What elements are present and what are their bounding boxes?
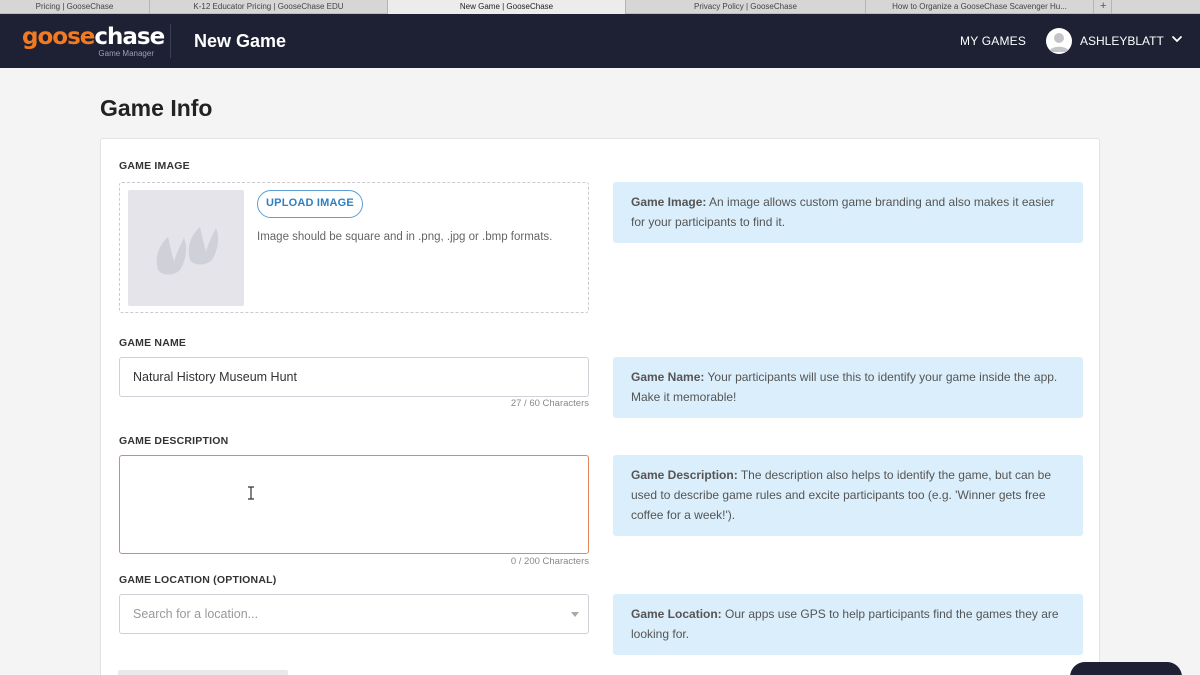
location-placeholder: Search for a location...	[133, 607, 259, 621]
upload-hint-text: Image should be square and in .png, .jpg…	[257, 231, 553, 243]
logo-goose-text: goose	[22, 24, 95, 50]
image-upload-dropzone[interactable]: UPLOAD IMAGE Image should be square and …	[119, 182, 589, 313]
chevron-down-icon[interactable]	[1170, 32, 1184, 46]
browser-tab[interactable]: K-12 Educator Pricing | GooseChase EDU	[150, 0, 388, 14]
browser-tab[interactable]: How to Organize a GooseChase Scavenger H…	[866, 0, 1094, 14]
image-placeholder	[128, 190, 244, 306]
game-name-tip: Game Name: Your participants will use th…	[613, 357, 1083, 418]
browser-tab-strip: Pricing | GooseChase K-12 Educator Pricin…	[0, 0, 1200, 14]
game-name-input[interactable]: Natural History Museum Hunt	[119, 357, 589, 397]
page-title: Game Info	[100, 95, 213, 121]
goosechase-logo[interactable]: goosechase Game Manager	[22, 24, 165, 60]
game-description-tip: Game Description: The description also h…	[613, 455, 1083, 536]
game-description-textarea[interactable]	[119, 455, 589, 554]
game-info-card: GAME IMAGE UPLOAD IMAGE Image should be …	[100, 138, 1100, 675]
logo-chase-text: chase	[94, 24, 165, 50]
game-image-label: GAME IMAGE	[119, 160, 190, 172]
tip-title: Game Description:	[631, 468, 738, 482]
page-heading: New Game	[194, 31, 287, 51]
caret-down-icon	[571, 612, 579, 617]
game-location-label: GAME LOCATION (OPTIONAL)	[119, 574, 277, 586]
upload-image-button[interactable]: UPLOAD IMAGE	[257, 190, 363, 218]
help-chat-button[interactable]	[1070, 662, 1182, 675]
tip-title: Game Image:	[631, 195, 707, 209]
username-label[interactable]: ASHLEYBLATT	[1080, 33, 1164, 49]
my-games-link[interactable]: MY GAMES	[960, 33, 1026, 49]
text-cursor-icon	[248, 486, 254, 500]
game-description-label: GAME DESCRIPTION	[119, 435, 229, 447]
browser-tab[interactable]: Pricing | GooseChase	[0, 0, 150, 14]
header-divider	[170, 24, 171, 58]
app-header: goosechase Game Manager New Game MY GAME…	[0, 14, 1200, 68]
game-name-label: GAME NAME	[119, 337, 187, 349]
game-image-tip: Game Image: An image allows custom game …	[613, 182, 1083, 243]
game-location-tip: Game Location: Our apps use GPS to help …	[613, 594, 1083, 655]
logo-wordmark: goosechase	[22, 24, 165, 50]
game-location-select[interactable]: Search for a location...	[119, 594, 589, 634]
browser-tab[interactable]: Privacy Policy | GooseChase	[626, 0, 866, 14]
tip-title: Game Location:	[631, 607, 722, 621]
game-description-char-count: 0 / 200 Characters	[510, 556, 589, 567]
next-section-label-cut	[118, 670, 288, 675]
user-avatar-icon[interactable]	[1046, 28, 1072, 54]
logo-subtitle: Game Manager	[98, 49, 154, 58]
tip-title: Game Name:	[631, 370, 705, 384]
game-name-char-count: 27 / 60 Characters	[510, 398, 589, 409]
goose-footprint-icon	[156, 227, 219, 275]
browser-tab[interactable]: New Game | GooseChase	[388, 0, 626, 14]
new-tab-button[interactable]: +	[1094, 0, 1112, 14]
